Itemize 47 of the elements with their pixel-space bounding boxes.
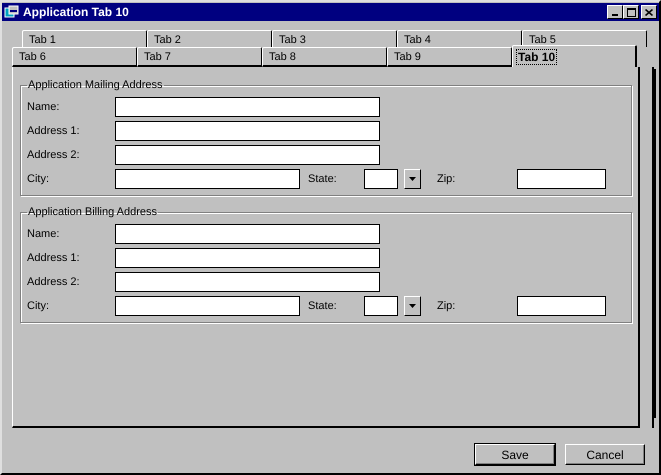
input-field[interactable] [115, 121, 380, 141]
tab[interactable]: Tab 10 [512, 45, 637, 67]
input-field[interactable] [364, 296, 398, 316]
input-field[interactable] [115, 145, 380, 165]
dropdown-button[interactable] [404, 296, 421, 316]
group-title: Application Billing Address [27, 206, 158, 218]
input-field[interactable] [115, 248, 380, 268]
field-label: Name: [27, 101, 60, 113]
tab[interactable]: Tab 3 [272, 30, 397, 47]
field-label: Address 1: [27, 252, 81, 264]
input-field[interactable] [517, 169, 606, 189]
field-label: Name: [27, 228, 60, 240]
input-field[interactable] [115, 224, 380, 244]
dialog-button[interactable]: Save [475, 444, 555, 465]
field-label: State: [308, 173, 338, 185]
field-label: Address 1: [27, 125, 81, 137]
minimize-button[interactable] [607, 5, 623, 19]
dropdown-button[interactable] [404, 169, 421, 189]
tab[interactable]: Tab 9 [387, 47, 512, 67]
tab[interactable]: Tab 4 [397, 30, 522, 47]
field-label: State: [308, 300, 338, 312]
caret-icon [409, 177, 416, 181]
field-label: Address 2: [27, 276, 81, 288]
tab[interactable]: Tab 7 [137, 47, 262, 67]
close-icon [645, 8, 653, 16]
input-field[interactable] [115, 169, 300, 189]
close-button[interactable] [641, 5, 657, 19]
field-label: City: [27, 173, 50, 185]
tab[interactable]: Tab 8 [262, 47, 387, 67]
caret-icon [409, 304, 416, 308]
input-field[interactable] [115, 97, 380, 117]
tab[interactable]: Tab 1 [22, 30, 147, 47]
input-field[interactable] [364, 169, 398, 189]
group-title: Application Mailing Address [27, 79, 164, 91]
input-field[interactable] [115, 272, 380, 292]
field-label: Zip: [437, 173, 456, 185]
field-label: Address 2: [27, 149, 81, 161]
maximize-icon [626, 8, 636, 16]
tab[interactable]: Tab 6 [12, 47, 137, 67]
window-title: Application Tab 10 [23, 5, 130, 19]
field-label: City: [27, 300, 50, 312]
tab[interactable]: Tab 2 [147, 30, 272, 47]
input-field[interactable] [517, 296, 606, 316]
maximize-button[interactable] [623, 5, 639, 19]
dialog-button[interactable]: Cancel [565, 444, 645, 465]
input-field[interactable] [115, 296, 300, 316]
field-label: Zip: [437, 300, 456, 312]
